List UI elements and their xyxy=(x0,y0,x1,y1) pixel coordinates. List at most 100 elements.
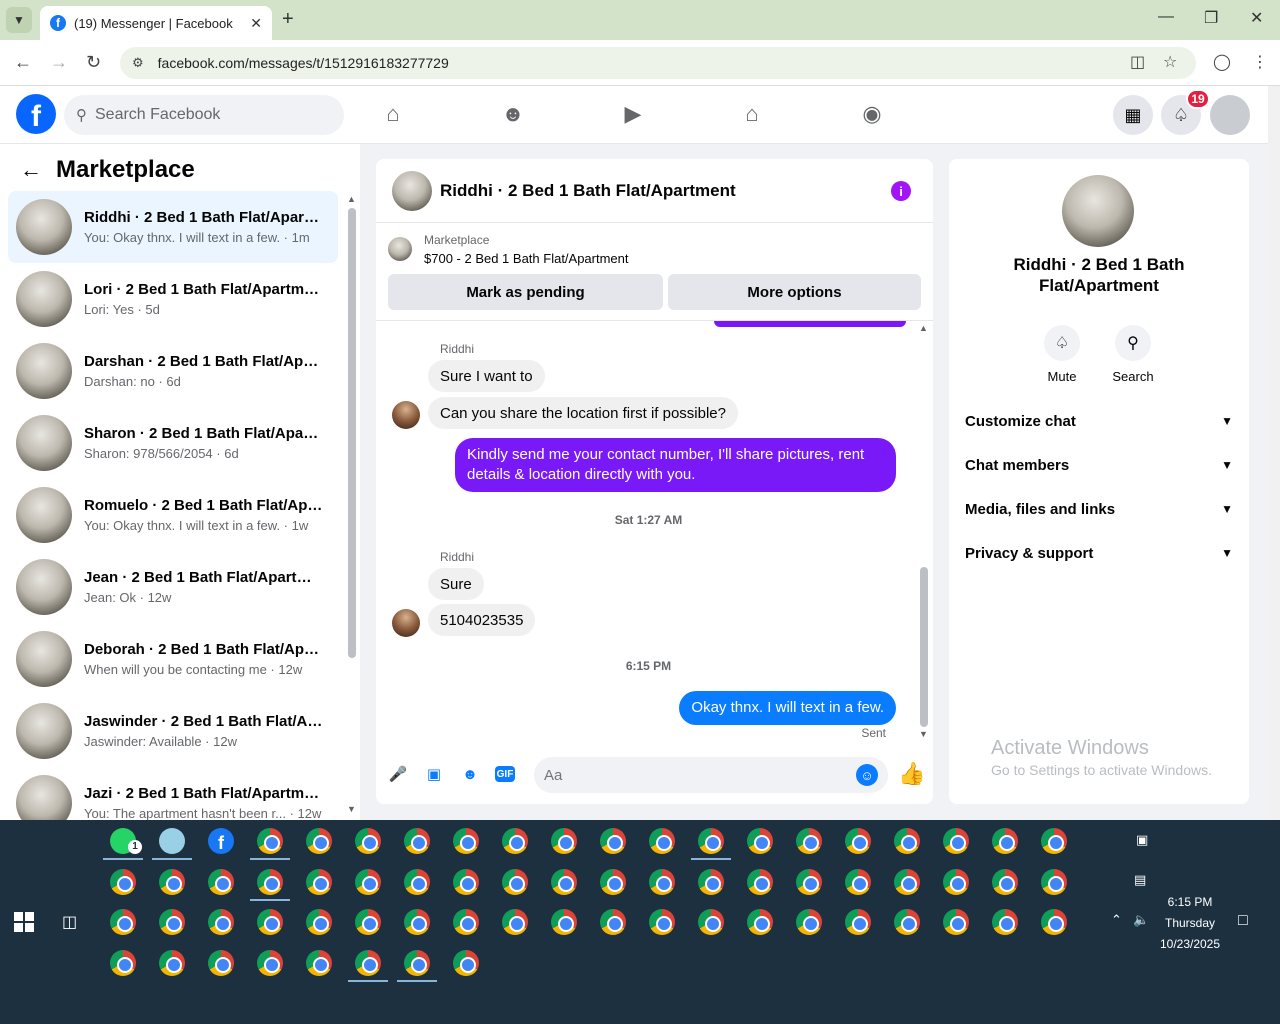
back-arrow-icon[interactable]: ← xyxy=(20,157,42,183)
chrome-window-icon[interactable] xyxy=(404,869,430,895)
browser-tab-messenger[interactable]: f (19) Messenger | Facebook ✕ xyxy=(40,6,272,40)
chrome-window-icon[interactable] xyxy=(355,869,381,895)
app-icon[interactable] xyxy=(159,828,185,854)
conversation-item[interactable]: Riddhi · 2 Bed 1 Bath Flat/Apartment You:… xyxy=(8,191,338,263)
chrome-window-icon[interactable] xyxy=(208,869,234,895)
bell-icon[interactable]: ♤ xyxy=(1044,325,1080,361)
close-tab-icon[interactable]: ✕ xyxy=(250,15,262,32)
gaming-icon[interactable]: ◉ xyxy=(858,100,886,128)
chrome-window-icon[interactable] xyxy=(404,950,430,976)
conversation-item[interactable]: Sharon · 2 Bed 1 Bath Flat/Apartment Shar… xyxy=(8,407,338,479)
chrome-window-icon[interactable] xyxy=(845,909,871,935)
volume-icon[interactable]: 🔈 xyxy=(1133,912,1149,928)
reload-button[interactable]: ↻ xyxy=(86,52,101,73)
chrome-window-icon[interactable] xyxy=(208,909,234,935)
chrome-window-icon[interactable] xyxy=(894,909,920,935)
chrome-window-icon[interactable] xyxy=(159,909,185,935)
more-options-button[interactable]: More options xyxy=(668,274,921,310)
chrome-window-icon[interactable] xyxy=(698,828,724,854)
sender-avatar[interactable] xyxy=(392,401,420,429)
scrollbar-thumb[interactable] xyxy=(348,208,356,658)
back-button[interactable]: ← xyxy=(14,52,32,73)
chrome-window-icon[interactable] xyxy=(992,828,1018,854)
marketplace-icon[interactable]: ⌂ xyxy=(738,100,766,128)
chrome-window-icon[interactable] xyxy=(355,828,381,854)
forward-button[interactable]: → xyxy=(50,52,68,73)
chrome-window-icon[interactable] xyxy=(453,909,479,935)
chrome-window-icon[interactable] xyxy=(796,909,822,935)
chrome-window-icon[interactable] xyxy=(649,909,675,935)
chrome-window-icon[interactable] xyxy=(894,869,920,895)
menu-grid-icon[interactable]: ▦ xyxy=(1113,95,1153,135)
chrome-window-icon[interactable] xyxy=(600,869,626,895)
chrome-window-icon[interactable] xyxy=(845,869,871,895)
conversation-list-scrollbar[interactable]: ▲ ▼ xyxy=(347,194,357,814)
tab-search-button[interactable]: ▼ xyxy=(6,7,32,33)
message-input-wrapper[interactable]: ☺ xyxy=(534,757,888,793)
privacy-support-section[interactable]: Privacy & support ▼ xyxy=(965,535,1233,571)
info-avatar[interactable] xyxy=(1062,175,1134,247)
chrome-window-icon[interactable] xyxy=(110,909,136,935)
facebook-logo-icon[interactable]: f xyxy=(16,94,56,134)
chrome-window-icon[interactable] xyxy=(551,869,577,895)
chrome-window-icon[interactable] xyxy=(1041,909,1067,935)
scrollbar-thumb[interactable] xyxy=(920,567,928,727)
chrome-window-icon[interactable] xyxy=(257,909,283,935)
chrome-window-icon[interactable] xyxy=(159,869,185,895)
search-icon[interactable]: ⚲ xyxy=(1115,325,1151,361)
chrome-window-icon[interactable] xyxy=(306,950,332,976)
new-tab-button[interactable]: + xyxy=(282,8,294,31)
chrome-window-icon[interactable] xyxy=(943,828,969,854)
chrome-window-icon[interactable] xyxy=(110,950,136,976)
like-thumbs-up-icon[interactable]: 👍 xyxy=(898,761,925,787)
chrome-window-icon[interactable] xyxy=(698,909,724,935)
tray-chevron-up-icon[interactable]: ⌃ xyxy=(1111,912,1122,928)
chrome-window-icon[interactable] xyxy=(306,828,332,854)
chrome-window-icon[interactable] xyxy=(306,869,332,895)
sender-avatar[interactable] xyxy=(392,609,420,637)
home-icon[interactable]: ⌂ xyxy=(379,100,407,128)
chrome-window-icon[interactable] xyxy=(404,828,430,854)
account-avatar[interactable] xyxy=(1210,95,1250,135)
incoming-message[interactable]: Sure xyxy=(428,568,484,600)
address-bar[interactable]: ⚙ facebook.com/messages/t/15129161832777… xyxy=(120,47,1196,79)
scroll-down-icon[interactable]: ▼ xyxy=(919,729,928,739)
chat-title[interactable]: Riddhi · 2 Bed 1 Bath Flat/Apartment xyxy=(440,181,736,201)
chrome-window-icon[interactable] xyxy=(992,869,1018,895)
taskbar-clock[interactable]: 6:15 PM Thursday 10/23/2025 xyxy=(1150,892,1230,955)
site-settings-icon[interactable]: ⚙ xyxy=(132,55,144,71)
chrome-window-icon[interactable] xyxy=(943,909,969,935)
customize-chat-section[interactable]: Customize chat ▼ xyxy=(965,403,1233,439)
scroll-up-icon[interactable]: ▲ xyxy=(919,323,928,333)
close-window-button[interactable]: ✕ xyxy=(1250,8,1263,28)
browser-menu-icon[interactable]: ⋮ xyxy=(1252,52,1268,72)
chat-members-section[interactable]: Chat members ▼ xyxy=(965,447,1233,483)
notification-center-icon[interactable]: □ xyxy=(1238,912,1248,930)
scroll-down-icon[interactable]: ▼ xyxy=(347,804,356,814)
chrome-window-icon[interactable] xyxy=(600,909,626,935)
chrome-window-icon[interactable] xyxy=(355,909,381,935)
conversation-item[interactable]: Romuelo · 2 Bed 1 Bath Flat/Apartment You… xyxy=(8,479,338,551)
video-icon[interactable]: ▶ xyxy=(619,100,647,128)
chrome-window-icon[interactable] xyxy=(257,828,283,854)
search-action[interactable]: ⚲ Search xyxy=(1103,325,1163,384)
chrome-window-icon[interactable] xyxy=(845,828,871,854)
chrome-window-icon[interactable] xyxy=(747,828,773,854)
facebook-search-input[interactable] xyxy=(95,106,315,124)
chrome-window-icon[interactable] xyxy=(355,950,381,976)
chrome-window-icon[interactable] xyxy=(257,950,283,976)
chrome-window-icon[interactable] xyxy=(453,869,479,895)
chrome-window-icon[interactable] xyxy=(943,869,969,895)
chrome-window-icon[interactable] xyxy=(551,828,577,854)
photo-icon[interactable]: ▣ xyxy=(423,763,445,785)
listing-item[interactable]: $700 - 2 Bed 1 Bath Flat/Apartment xyxy=(424,251,629,266)
chrome-window-icon[interactable] xyxy=(600,828,626,854)
chat-avatar[interactable] xyxy=(392,170,432,211)
conversation-item[interactable]: Jean · 2 Bed 1 Bath Flat/Apartment Jean: … xyxy=(8,551,338,623)
chrome-window-icon[interactable] xyxy=(747,909,773,935)
minimize-button[interactable]: — xyxy=(1158,8,1174,26)
chrome-window-icon[interactable] xyxy=(208,950,234,976)
mark-as-pending-button[interactable]: Mark as pending xyxy=(388,274,663,310)
chrome-window-icon[interactable] xyxy=(110,869,136,895)
chrome-window-icon[interactable] xyxy=(502,828,528,854)
